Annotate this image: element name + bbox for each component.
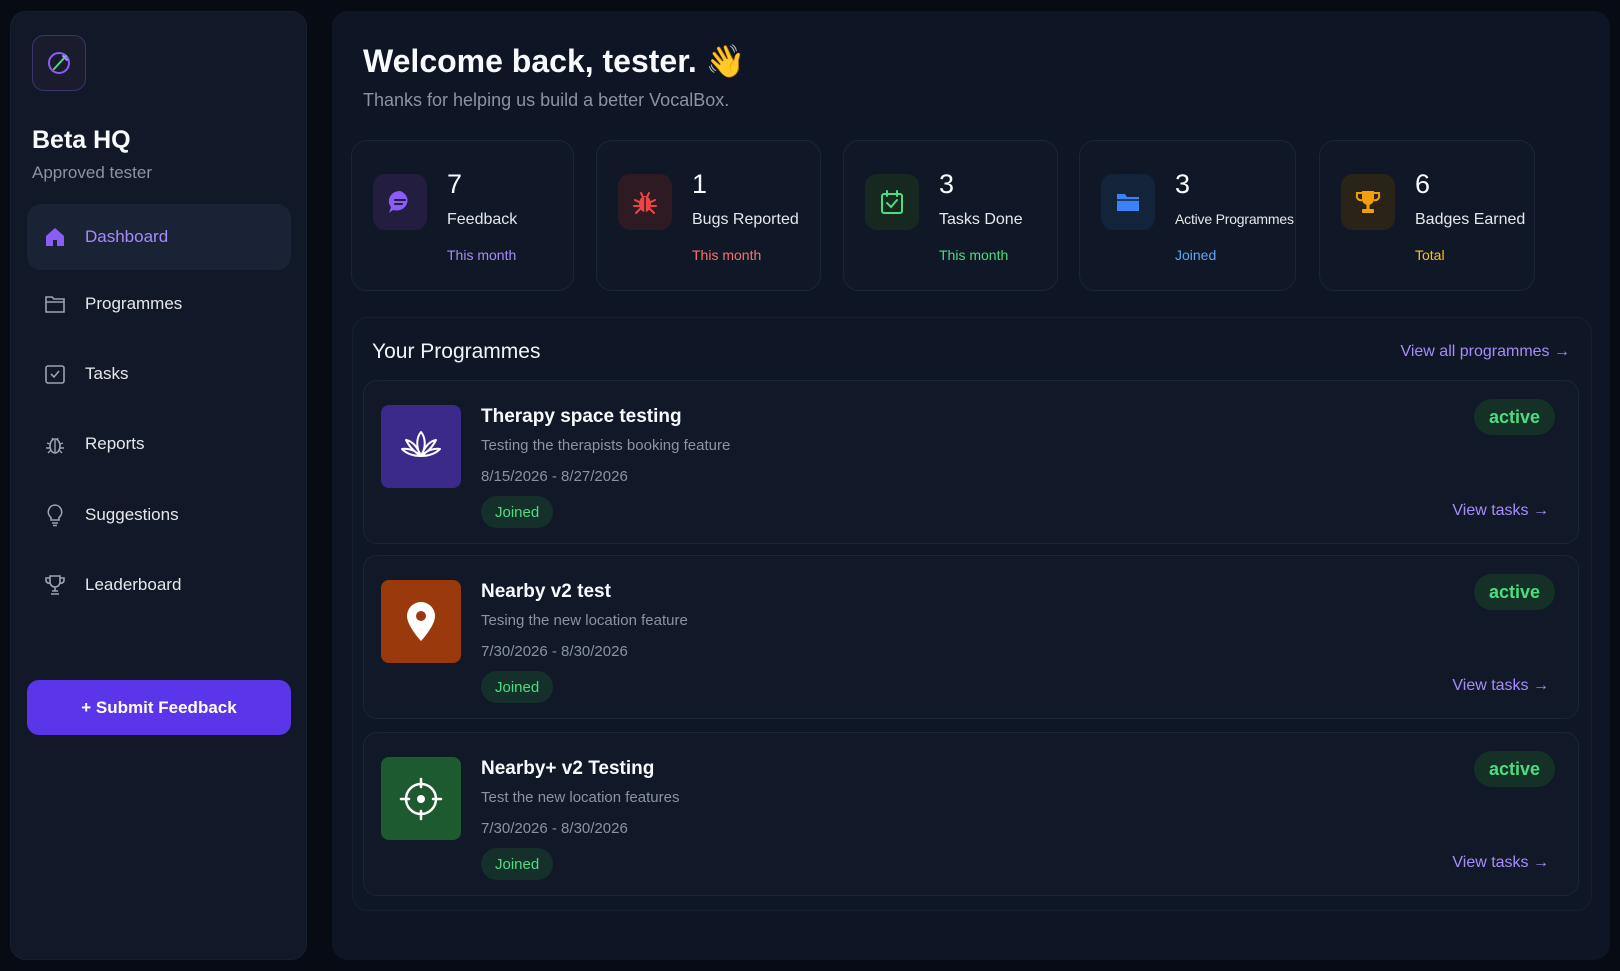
- sidebar-item-label: Tasks: [85, 364, 129, 383]
- programme-description: Tesing the new location feature: [481, 612, 688, 629]
- panel-title: Your Programmes: [372, 340, 541, 363]
- programme-name: Nearby+ v2 Testing: [481, 758, 655, 779]
- view-tasks-link[interactable]: View tasks →: [1452, 854, 1549, 872]
- programme-card: Nearby v2 test Tesing the new location f…: [363, 555, 1579, 719]
- stat-value: 1: [692, 169, 708, 199]
- sidebar-item-leaderboard[interactable]: Leaderboard: [27, 552, 291, 618]
- programme-dates: 7/30/2026 - 8/30/2026: [481, 820, 628, 837]
- sidebar-item-tasks[interactable]: Tasks: [27, 341, 291, 407]
- bug-icon: [43, 432, 67, 456]
- sidebar-item-programmes[interactable]: Programmes: [27, 271, 291, 337]
- stat-label: Tasks Done: [939, 211, 1023, 228]
- view-tasks-link[interactable]: View tasks →: [1452, 677, 1549, 695]
- home-icon: [43, 225, 67, 249]
- stat-value: 7: [447, 169, 463, 199]
- trophy-icon: [43, 573, 67, 597]
- chat-icon: [373, 174, 427, 230]
- stat-caption: Joined: [1175, 247, 1217, 263]
- pen-logo-icon: [48, 52, 70, 74]
- sidebar: Beta HQ Approved tester Dashboard Progra…: [10, 11, 307, 960]
- programme-dates: 8/15/2026 - 8/27/2026: [481, 468, 628, 485]
- status-badge: active: [1473, 751, 1555, 787]
- stat-card-feedback: 7 Feedback This month: [351, 140, 574, 291]
- calendar-check-icon: [865, 174, 919, 230]
- app-logo: [32, 35, 86, 91]
- sidebar-item-label: Dashboard: [85, 227, 169, 246]
- stat-value: 6: [1415, 169, 1431, 199]
- stat-caption: This month: [939, 247, 1009, 263]
- stat-value: 3: [1175, 169, 1191, 199]
- map-pin-icon: [381, 580, 461, 663]
- folder-icon: [1101, 174, 1155, 230]
- stat-card-tasks: 3 Tasks Done This month: [843, 140, 1058, 291]
- submit-feedback-button[interactable]: + Submit Feedback: [27, 680, 291, 735]
- sidebar-item-label: Programmes: [85, 294, 183, 313]
- folder-icon: [43, 292, 67, 316]
- programmes-panel: Your Programmes View all programmes → Th…: [352, 317, 1592, 911]
- programme-description: Test the new location features: [481, 789, 680, 806]
- main-content: Welcome back, tester. 👋 Thanks for helpi…: [332, 11, 1610, 960]
- view-all-programmes-link[interactable]: View all programmes →: [1400, 343, 1570, 361]
- stat-label: Active Programmes: [1175, 211, 1294, 227]
- stat-label: Bugs Reported: [692, 211, 799, 228]
- programme-card: Nearby+ v2 Testing Test the new location…: [363, 732, 1579, 896]
- stat-caption: This month: [447, 247, 517, 263]
- stat-caption: Total: [1415, 247, 1445, 263]
- crosshair-icon: [381, 757, 461, 840]
- view-tasks-link[interactable]: View tasks →: [1452, 502, 1549, 520]
- lightbulb-icon: [43, 503, 67, 527]
- app: Beta HQ Approved tester Dashboard Progra…: [0, 0, 1620, 971]
- stat-label: Feedback: [447, 211, 518, 228]
- sidebar-item-label: Suggestions: [85, 505, 179, 524]
- programme-name: Therapy space testing: [481, 406, 682, 427]
- lotus-icon: [381, 405, 461, 488]
- stat-label: Badges Earned: [1415, 211, 1526, 228]
- checkbox-icon: [43, 362, 67, 386]
- bug-icon: [618, 174, 672, 230]
- sidebar-item-suggestions[interactable]: Suggestions: [27, 482, 291, 548]
- joined-badge: Joined: [481, 671, 554, 703]
- sidebar-item-reports[interactable]: Reports: [27, 411, 291, 477]
- programme-description: Testing the therapists booking feature: [481, 437, 731, 454]
- stat-card-bugs: 1 Bugs Reported This month: [596, 140, 821, 291]
- welcome-subtitle: Thanks for helping us build a better Voc…: [363, 90, 730, 110]
- sidebar-item-label: Reports: [85, 434, 145, 453]
- stat-card-programmes: 3 Active Programmes Joined: [1079, 140, 1296, 291]
- welcome-heading: Welcome back, tester. 👋: [363, 43, 746, 79]
- joined-badge: Joined: [481, 848, 554, 880]
- trophy-icon: [1341, 174, 1395, 230]
- sidebar-item-dashboard[interactable]: Dashboard: [27, 204, 291, 270]
- programme-card: Therapy space testing Testing the therap…: [363, 380, 1579, 544]
- brand-subtitle: Approved tester: [32, 163, 153, 182]
- status-badge: active: [1473, 399, 1555, 435]
- brand-title: Beta HQ: [32, 126, 131, 154]
- stat-value: 3: [939, 169, 955, 199]
- status-badge: active: [1473, 574, 1555, 610]
- programme-name: Nearby v2 test: [481, 581, 611, 602]
- stat-caption: This month: [692, 247, 762, 263]
- sidebar-item-label: Leaderboard: [85, 575, 182, 594]
- joined-badge: Joined: [481, 496, 554, 528]
- programme-dates: 7/30/2026 - 8/30/2026: [481, 643, 628, 660]
- stat-card-badges: 6 Badges Earned Total: [1319, 140, 1535, 291]
